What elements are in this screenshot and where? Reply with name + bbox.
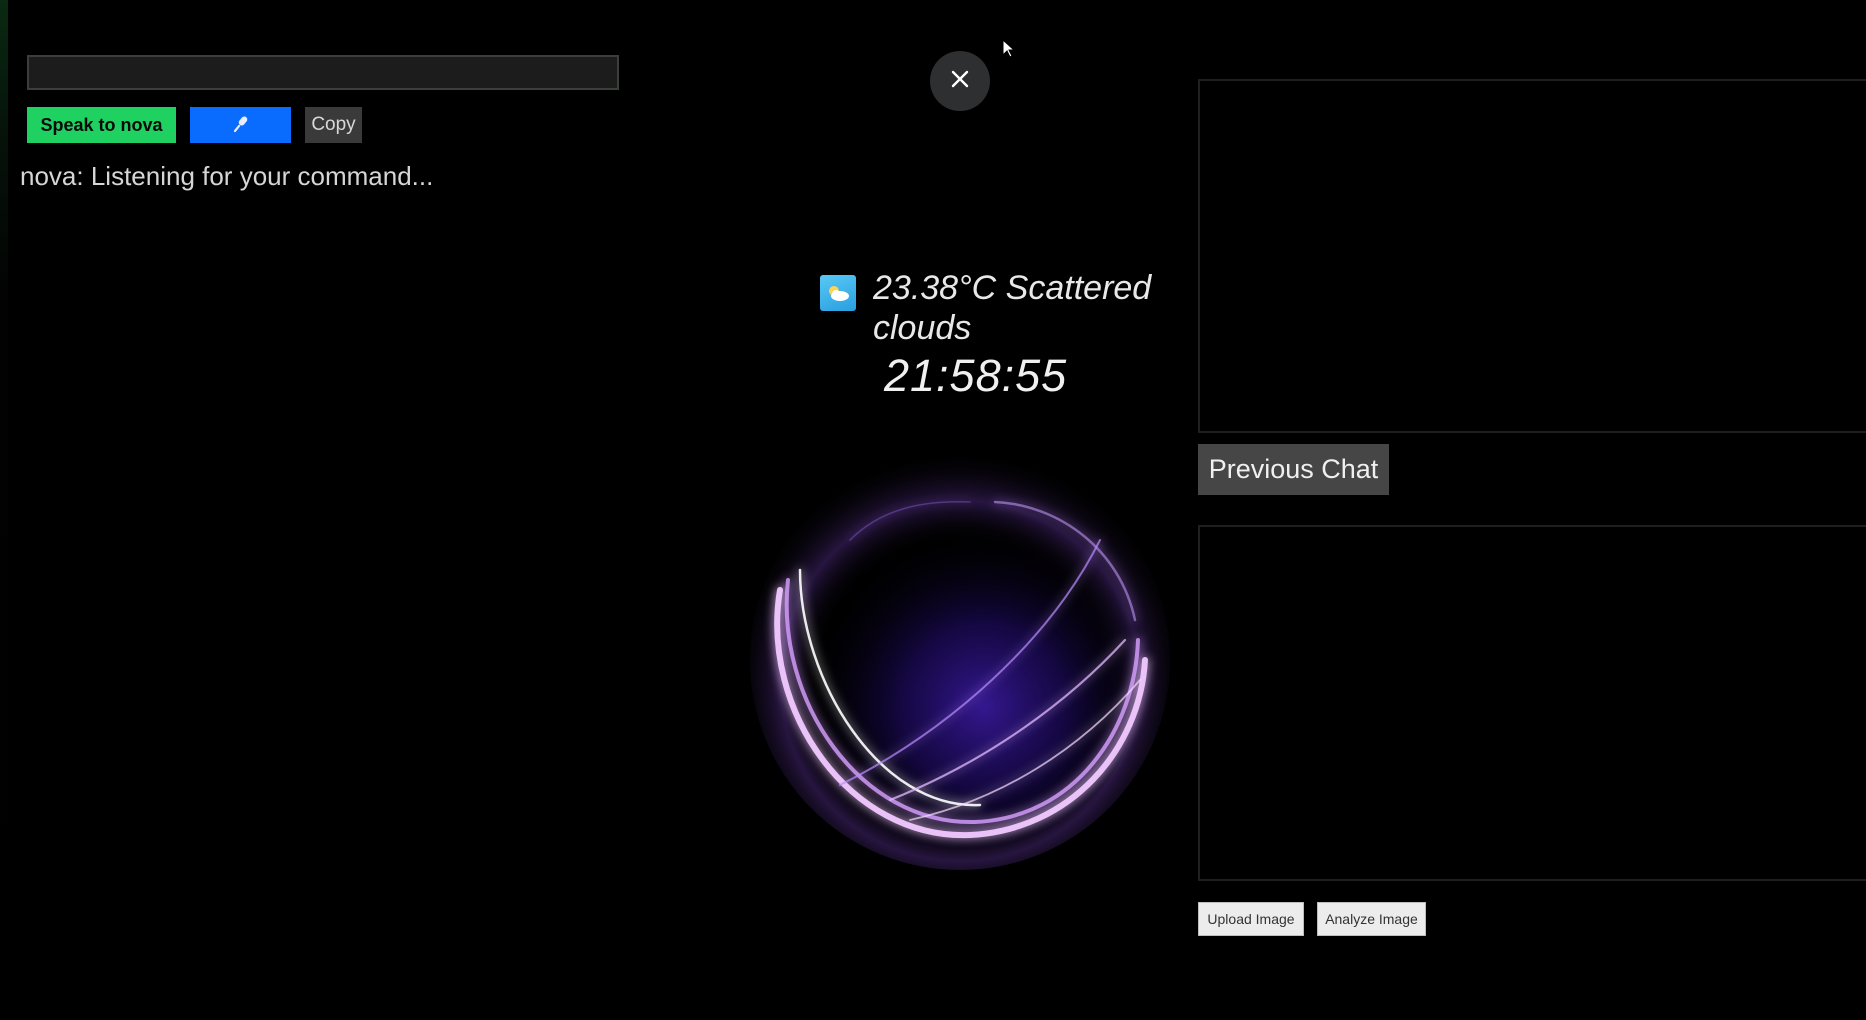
weather-readout: 23.38°C Scattered clouds	[873, 269, 1152, 340]
chat-output-panel	[1198, 79, 1866, 433]
close-icon	[949, 68, 971, 95]
previous-chat-button[interactable]: Previous Chat	[1198, 444, 1389, 495]
weather-cloud-icon	[820, 275, 856, 311]
analyze-image-button[interactable]: Analyze Image	[1317, 902, 1426, 936]
image-preview-panel	[1198, 525, 1866, 881]
command-input[interactable]	[27, 55, 619, 90]
app-window: Speak to nova Copy nova: Listening for y…	[0, 0, 1866, 1020]
assistant-status-text: nova: Listening for your command...	[20, 161, 434, 191]
speak-to-nova-button[interactable]: Speak to nova	[27, 107, 176, 143]
copy-button[interactable]: Copy	[305, 107, 362, 143]
clock-time: 21:58:55	[884, 350, 1068, 401]
assistant-orb-animation	[740, 430, 1180, 870]
upload-image-button[interactable]: Upload Image	[1198, 902, 1304, 936]
microphone-icon	[231, 114, 251, 137]
mouse-pointer-icon	[1002, 38, 1016, 64]
left-edge-glow	[0, 0, 8, 1020]
microphone-button[interactable]	[190, 107, 291, 143]
close-button[interactable]	[930, 51, 990, 111]
